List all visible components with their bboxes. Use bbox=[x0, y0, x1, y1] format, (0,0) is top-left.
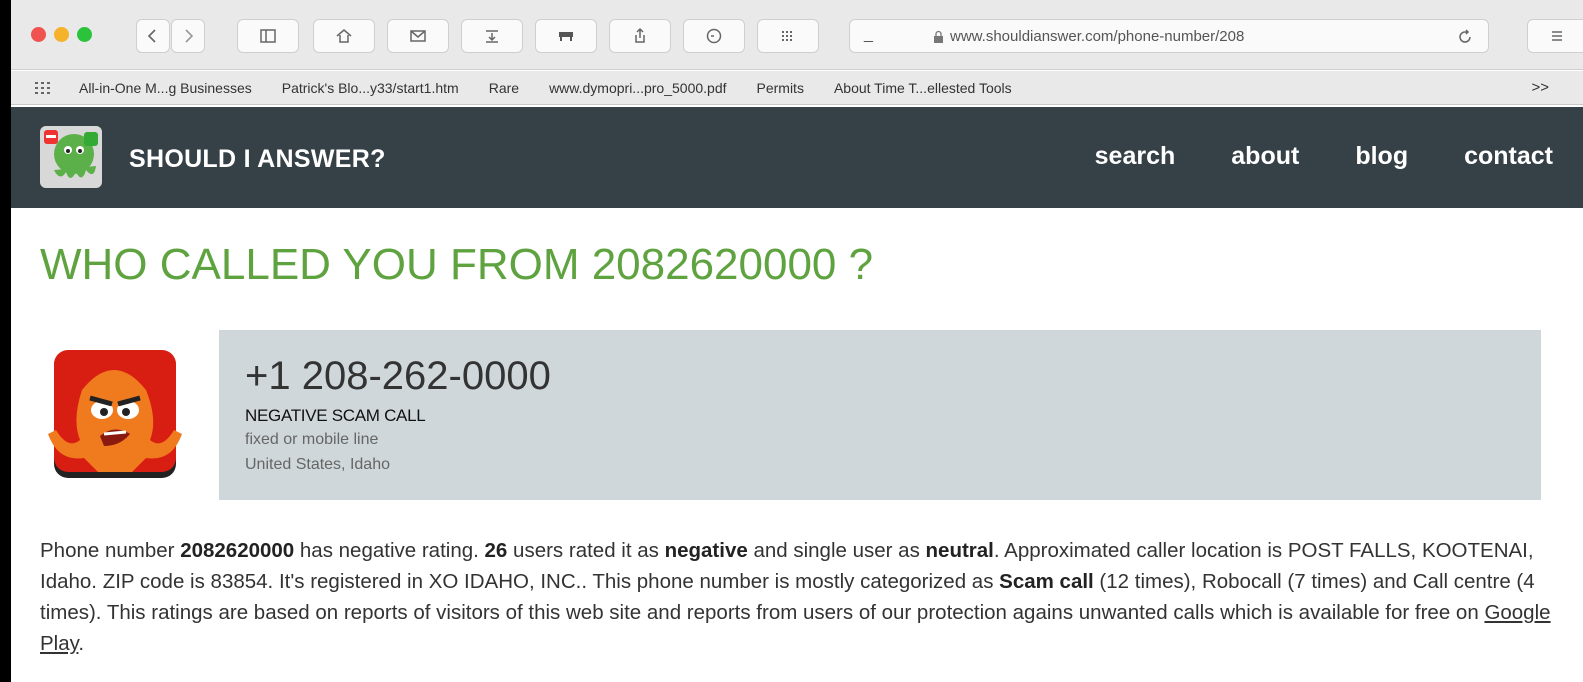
bookmark-item[interactable]: All-in-One M...g Businesses bbox=[79, 80, 252, 96]
grid-icon bbox=[782, 31, 792, 41]
nav-blog[interactable]: blog bbox=[1355, 142, 1408, 171]
bookmark-item[interactable]: Permits bbox=[757, 80, 804, 96]
download-icon bbox=[486, 30, 498, 43]
minimize-window-button[interactable] bbox=[54, 27, 69, 42]
description-text: and single user as bbox=[747, 539, 926, 562]
address-bar[interactable]: _ www.shouldianswer.com/phone-number/208 bbox=[849, 19, 1489, 53]
zoom-window-button[interactable] bbox=[77, 27, 92, 42]
line-type: fixed or mobile line bbox=[245, 431, 379, 448]
chevron-left-icon bbox=[147, 29, 156, 43]
apps-grid-button[interactable] bbox=[757, 19, 819, 53]
history-button[interactable] bbox=[683, 19, 745, 53]
description-text: users rated it as bbox=[507, 539, 665, 562]
tabs-overview-button[interactable] bbox=[1527, 19, 1583, 53]
download-button[interactable] bbox=[461, 19, 523, 53]
bookmarks-bar: All-in-One M...g Businesses Patrick's Bl… bbox=[11, 71, 1583, 105]
bookmarks-grid-icon[interactable] bbox=[35, 81, 53, 94]
nav-about[interactable]: about bbox=[1231, 142, 1299, 171]
share-button[interactable] bbox=[609, 19, 671, 53]
main-nav: search about blog contact bbox=[1095, 142, 1553, 171]
rating-label: NEGATIVE SCAM CALL bbox=[245, 406, 426, 425]
site-header: SHOULD I ANSWER? search about blog conta… bbox=[11, 107, 1583, 208]
category-label: Scam call bbox=[999, 570, 1094, 593]
neutral-word: neutral bbox=[925, 539, 994, 562]
bookmark-item[interactable]: About Time T...ellested Tools bbox=[834, 80, 1012, 96]
share-icon bbox=[635, 27, 645, 43]
phone-number: +1 208-262-0000 bbox=[245, 354, 551, 398]
description-text: . bbox=[78, 632, 85, 655]
browser-window: _ www.shouldianswer.com/phone-number/208… bbox=[11, 0, 1583, 682]
home-icon bbox=[336, 29, 352, 43]
chevron-right-icon bbox=[185, 29, 194, 43]
site-title[interactable]: SHOULD I ANSWER? bbox=[129, 145, 386, 174]
url-text[interactable]: www.shouldianswer.com/phone-number/208 bbox=[950, 28, 1410, 45]
reload-icon[interactable] bbox=[1456, 28, 1474, 46]
forward-button[interactable] bbox=[171, 19, 205, 53]
description-paragraph: Phone number 2082620000 has negative rat… bbox=[40, 535, 1552, 659]
clock-icon bbox=[706, 28, 722, 44]
mail-button[interactable] bbox=[387, 19, 449, 53]
close-window-button[interactable] bbox=[31, 27, 46, 42]
negative-count: 26 bbox=[484, 539, 508, 562]
back-button[interactable] bbox=[136, 19, 170, 53]
nav-contact[interactable]: contact bbox=[1464, 142, 1553, 171]
reader-button[interactable] bbox=[535, 19, 597, 53]
bookmarks-overflow-button[interactable]: >> bbox=[1531, 79, 1549, 96]
mail-icon bbox=[410, 30, 426, 42]
bookmark-item[interactable]: Rare bbox=[489, 80, 519, 96]
site-logo[interactable] bbox=[40, 126, 102, 188]
description-text: Phone number bbox=[40, 539, 181, 562]
sidebar-icon bbox=[260, 29, 276, 43]
home-button[interactable] bbox=[313, 19, 375, 53]
octopus-logo-icon bbox=[40, 126, 102, 188]
lock-icon bbox=[934, 30, 943, 43]
tabs-icon bbox=[1552, 31, 1562, 41]
page-title: WHO CALLED YOU FROM 2082620000 ? bbox=[40, 240, 874, 289]
nav-search[interactable]: search bbox=[1095, 142, 1176, 171]
phone-info-card: +1 208-262-0000 NEGATIVE SCAM CALL fixed… bbox=[219, 330, 1541, 500]
bookmark-item[interactable]: www.dymopri...pro_5000.pdf bbox=[549, 80, 726, 96]
description-text: has negative rating. bbox=[294, 539, 485, 562]
description-number: 2082620000 bbox=[180, 539, 295, 562]
minimize-tab-icon: _ bbox=[864, 26, 873, 43]
sidebar-button[interactable] bbox=[237, 19, 299, 53]
bookmark-item[interactable]: Patrick's Blo...y33/start1.htm bbox=[282, 80, 459, 96]
angry-octopus-avatar bbox=[42, 350, 186, 480]
browser-toolbar: _ www.shouldianswer.com/phone-number/208 bbox=[11, 0, 1583, 70]
negative-word: negative bbox=[664, 539, 748, 562]
caller-location: United States, Idaho bbox=[245, 456, 390, 473]
bookmark-bar-icon bbox=[559, 32, 573, 41]
